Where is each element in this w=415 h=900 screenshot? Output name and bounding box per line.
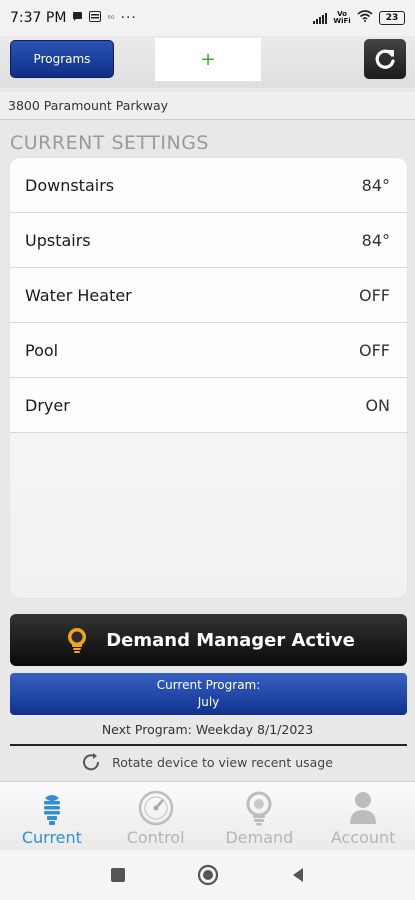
setting-label: Upstairs — [25, 230, 91, 250]
tab-label: Current — [21, 828, 82, 847]
system-nav-bar — [0, 850, 415, 900]
tab-demand[interactable]: Demand — [208, 782, 312, 850]
bulb-icon — [43, 795, 60, 825]
rotate-hint-text: Rotate device to view recent usage — [112, 754, 333, 770]
top-toolbar: Programs + — [0, 36, 415, 88]
settings-card: Downstairs 84° Upstairs 84° Water Heater… — [10, 158, 407, 598]
setting-value: OFF — [359, 285, 390, 305]
tab-current[interactable]: Current — [0, 782, 104, 850]
divider — [10, 744, 407, 746]
rotate-hint: Rotate device to view recent usage — [0, 751, 415, 773]
current-program-value: July — [197, 695, 220, 709]
demand-icon — [246, 791, 272, 826]
setting-label: Pool — [25, 340, 59, 360]
setting-value: ON — [365, 395, 390, 415]
person-icon — [350, 792, 377, 824]
demand-manager-banner[interactable]: Demand Manager Active — [10, 614, 407, 666]
status-time: 7:37 PM — [10, 10, 67, 26]
next-program-text: Next Program: Weekday 8/1/2023 — [101, 722, 314, 737]
wifi-icon — [357, 10, 373, 26]
setting-row-water-heater[interactable]: Water Heater OFF — [10, 268, 407, 323]
setting-row-pool[interactable]: Pool OFF — [10, 323, 407, 378]
setting-label: Water Heater — [25, 285, 132, 305]
tab-label: Account — [330, 828, 396, 847]
gauge-icon — [138, 790, 173, 826]
setting-row-dryer[interactable]: Dryer ON — [10, 378, 407, 433]
setting-value: OFF — [359, 340, 390, 360]
signal-icon — [313, 12, 327, 24]
refresh-icon — [375, 49, 395, 69]
setting-value: 84° — [361, 175, 390, 195]
setting-value: 84° — [361, 230, 390, 250]
add-button[interactable]: + — [155, 38, 261, 81]
tab-label: Demand — [225, 828, 294, 847]
recents-icon[interactable] — [109, 866, 127, 884]
address-text: 3800 Paramount Parkway — [8, 98, 169, 113]
tab-bar: Current Control Demand Account — [0, 781, 415, 850]
demand-banner-label: Demand Manager Active — [106, 629, 355, 651]
tab-account[interactable]: Account — [311, 782, 415, 850]
battery-icon: 23 — [379, 11, 405, 25]
setting-label: Dryer — [25, 395, 70, 415]
back-icon[interactable] — [289, 866, 307, 884]
programs-button[interactable]: Programs — [10, 40, 114, 78]
current-program-box[interactable]: Current Program: July — [10, 673, 407, 715]
chat-icon — [72, 11, 83, 25]
rotate-icon — [83, 753, 100, 771]
more-icon: ··· — [120, 10, 137, 26]
current-program-label: Current Program: — [156, 678, 261, 692]
tab-label: Control — [126, 828, 185, 847]
home-icon[interactable] — [197, 864, 219, 886]
refresh-button[interactable] — [364, 39, 406, 79]
address-bar: 3800 Paramount Parkway — [0, 92, 415, 120]
setting-row-upstairs[interactable]: Upstairs 84° — [10, 213, 407, 268]
setting-row-downstairs[interactable]: Downstairs 84° — [10, 158, 407, 213]
status-bar: 7:37 PM ⁵ᴳ ··· Vo WiFi 23 — [0, 0, 415, 36]
lightbulb-icon — [68, 628, 87, 653]
sim-icon: ⁵ᴳ — [107, 13, 115, 23]
notification-icon — [89, 11, 102, 25]
setting-label: Downstairs — [25, 175, 115, 195]
vowifi-label: Vo WiFi — [333, 10, 351, 25]
tab-control[interactable]: Control — [104, 782, 208, 850]
section-title: CURRENT SETTINGS — [10, 132, 209, 154]
